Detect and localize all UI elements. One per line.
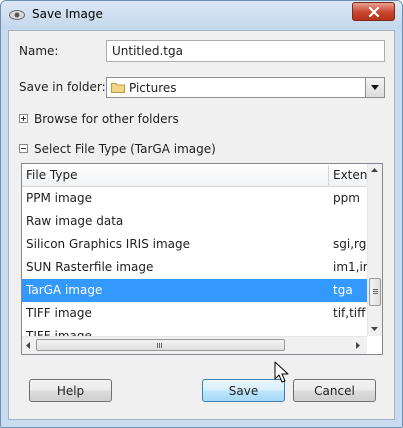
horizontal-scrollbar[interactable] xyxy=(22,336,367,354)
list-item[interactable]: TIFF image xyxy=(22,325,367,336)
help-button[interactable]: Help xyxy=(29,379,112,402)
folder-select[interactable]: Pictures xyxy=(106,77,385,98)
list-item[interactable]: TIFF image tif,tiff xyxy=(22,302,367,325)
filetype-label: Select File Type (TarGA image) xyxy=(34,142,216,156)
list-item[interactable]: PPM image ppm xyxy=(22,187,367,210)
save-button[interactable]: Save xyxy=(202,379,285,402)
file-type-name: PPM image xyxy=(26,191,93,205)
file-type-list: File Type Extens PPM image ppm Raw image… xyxy=(21,163,383,355)
list-item[interactable]: Silicon Graphics IRIS image sgi,rg xyxy=(22,233,367,256)
folder-dropdown-button[interactable] xyxy=(365,78,384,97)
file-type-expander[interactable]: Select File Type (TarGA image) xyxy=(19,142,219,158)
file-type-extension: ppm xyxy=(333,191,360,205)
scroll-left-arrow-icon[interactable] xyxy=(26,342,30,349)
file-type-name: TarGA image xyxy=(26,283,103,297)
horizontal-scroll-thumb[interactable] xyxy=(36,339,285,351)
file-type-name: TIFF image xyxy=(26,306,92,320)
chevron-down-icon xyxy=(371,85,379,90)
list-item[interactable]: Raw image data xyxy=(22,210,367,233)
close-icon xyxy=(368,7,380,17)
browse-label: Browse for other folders xyxy=(34,112,179,126)
file-type-extension: tif,tiff xyxy=(333,306,366,320)
folder-icon xyxy=(111,83,125,93)
file-type-extension: tga xyxy=(333,283,353,297)
scroll-down-arrow-icon[interactable] xyxy=(371,327,378,331)
list-item[interactable]: SUN Rasterfile image im1,ir xyxy=(22,256,367,279)
list-item-selected[interactable]: TarGA image tga xyxy=(22,279,367,302)
close-button[interactable] xyxy=(352,2,395,21)
file-type-name: TIFF image xyxy=(26,329,92,336)
collapse-minus-icon xyxy=(19,144,28,153)
expand-plus-icon xyxy=(19,114,28,123)
window-title: Save Image xyxy=(32,7,103,21)
scroll-up-arrow-icon[interactable] xyxy=(371,168,378,172)
save-image-dialog: Save Image Name: Save in folder: Picture… xyxy=(0,0,403,428)
cancel-button[interactable]: Cancel xyxy=(293,379,376,402)
name-label: Name: xyxy=(19,44,59,58)
column-divider[interactable] xyxy=(328,165,329,185)
vertical-scroll-thumb[interactable] xyxy=(369,278,381,306)
folder-value: Pictures xyxy=(129,81,177,95)
browse-folders-expander[interactable]: Browse for other folders xyxy=(19,112,199,128)
file-type-name: Raw image data xyxy=(26,214,124,228)
title-bar[interactable]: Save Image xyxy=(1,1,402,29)
app-icon xyxy=(9,10,25,20)
vertical-scrollbar[interactable] xyxy=(367,164,382,336)
file-type-extension: im1,ir xyxy=(333,260,367,274)
scroll-right-arrow-icon[interactable] xyxy=(356,342,360,349)
file-type-name: Silicon Graphics IRIS image xyxy=(26,237,191,251)
file-type-extension: sgi,rg xyxy=(333,237,367,251)
folder-label: Save in folder: xyxy=(19,80,106,94)
file-type-name: SUN Rasterfile image xyxy=(26,260,154,274)
list-header: File Type Extens xyxy=(22,164,374,187)
name-field[interactable] xyxy=(106,40,385,62)
column-header-file-type[interactable]: File Type xyxy=(26,168,77,182)
mouse-cursor-icon xyxy=(274,361,289,383)
dialog-content: Name: Save in folder: Pictures Browse fo… xyxy=(8,30,395,420)
